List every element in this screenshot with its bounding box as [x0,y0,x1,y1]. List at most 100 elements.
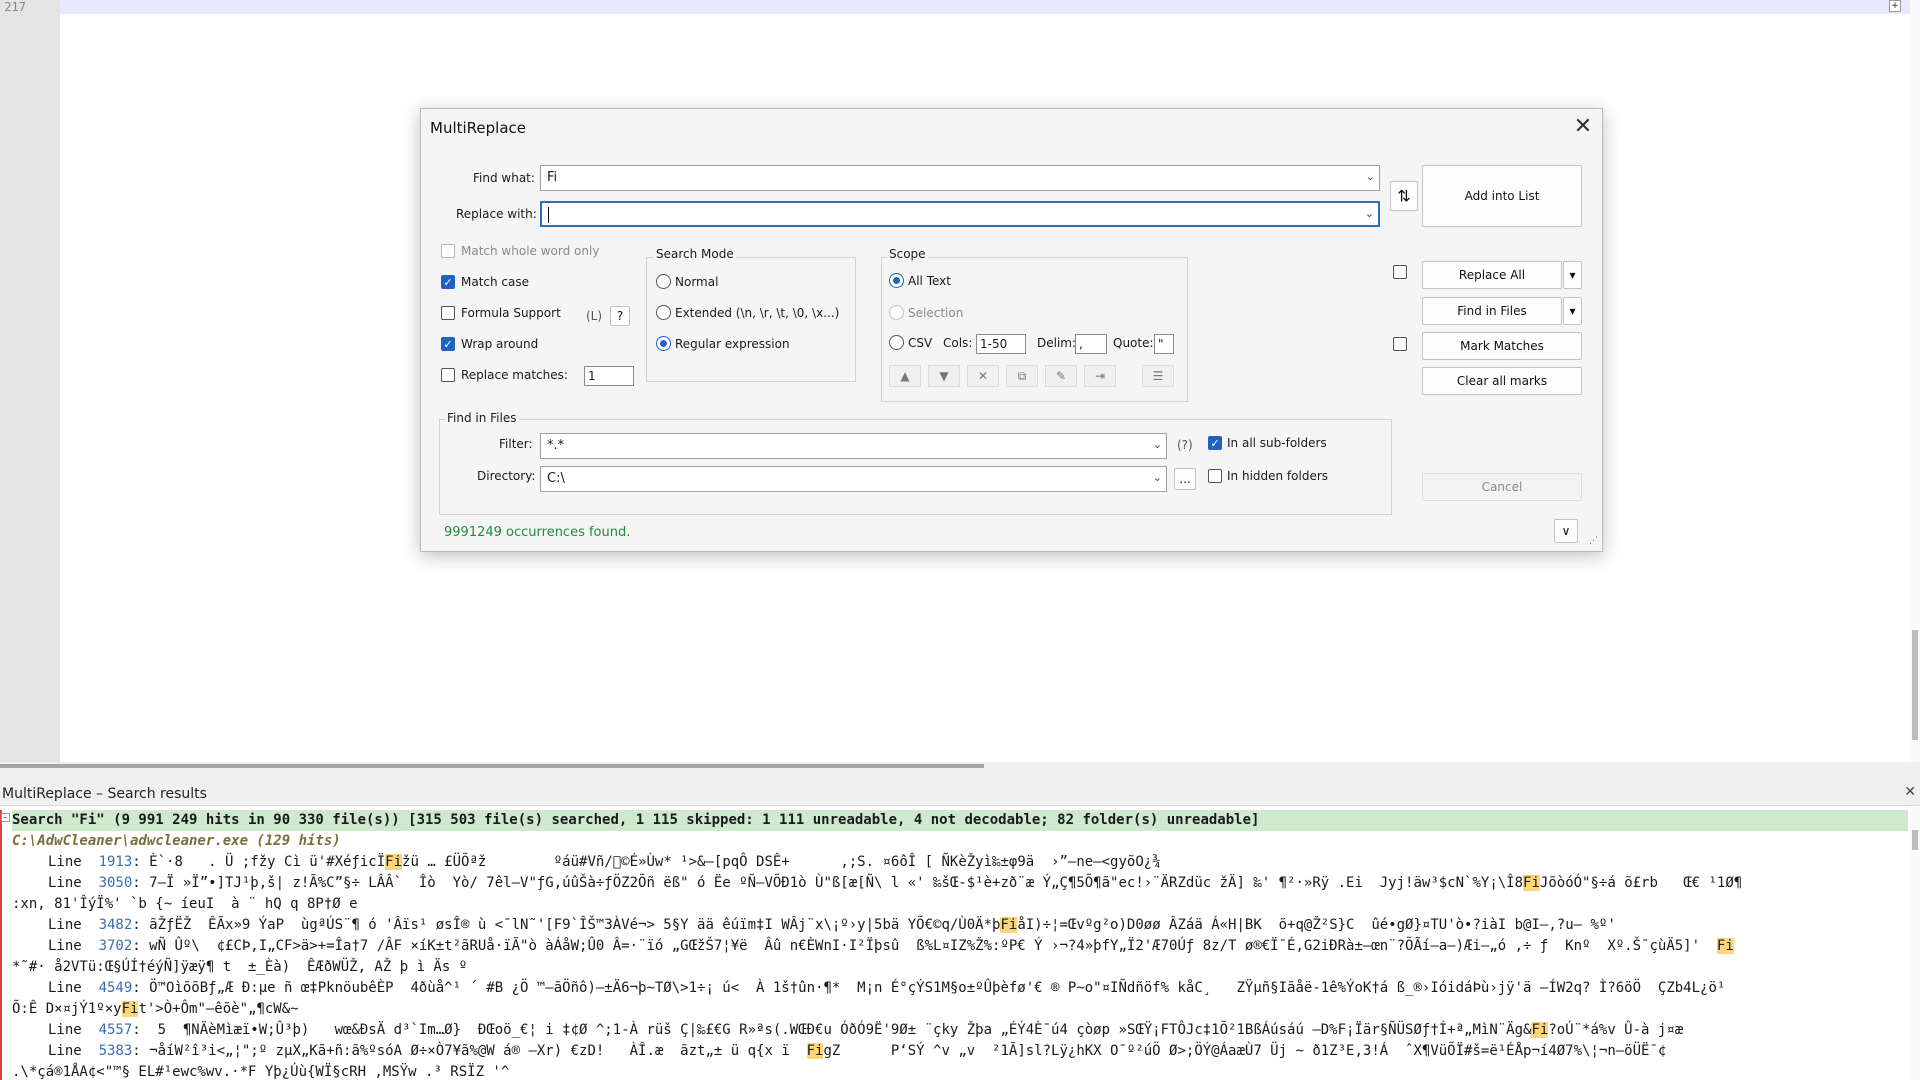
find-input[interactable]: Fi ⌄ [540,165,1380,191]
clear-all-marks-button[interactable]: Clear all marks [1422,367,1582,395]
result-line-number: 1913 [98,854,133,870]
csv-radio[interactable] [889,335,904,350]
result-line[interactable]: Line 3050: 7–Ï »Ï”•]TJ¹þ,š| z!Ã%C”§÷ LÂÂ… [12,873,1908,894]
plus-icon[interactable]: + [1889,0,1901,12]
match-case-checkbox[interactable]: ✓ [441,275,455,289]
close-icon[interactable]: ✕ [1570,114,1596,140]
cols-value: 1-50 [980,337,1008,351]
results-scroll-thumb[interactable] [1912,830,1918,850]
result-line-text: žü … £ÜÕªž ºáü#Vñ/ ©É»Ùw* ¹>&–[pqÔ DSÊ+ … [402,854,1161,870]
result-line[interactable]: Line 3482: ãŽƒËŽ ÊÃx»9 ÝaP ùgªÚS¨¶ ó 'Âï… [12,915,1908,936]
delete-icon[interactable]: ✕ [967,365,999,387]
result-line-text: : 5 ¶NÄèMìæï•W;Û³þ) wœ&ÐsÄ d³`Im…Ø} ÐŒoö… [132,1022,1532,1038]
in-hidden-folders-checkbox[interactable] [1208,469,1222,483]
formula-support-checkbox[interactable] [441,306,455,320]
delim-input[interactable]: , [1075,334,1107,354]
replace-all-button[interactable]: Replace All [1422,261,1562,289]
search-summary[interactable]: Search "Fi" (9 991 249 hits in 90 330 fi… [12,810,1908,831]
result-line-text: åI)÷¦=Œvºg²o)D0øø ÂZáä Á«H|BK õ+q@Ž²S}C … [1017,917,1616,933]
fold-toggle-icon[interactable]: – [1,813,10,822]
extended-radio[interactable] [656,305,671,320]
list-icon[interactable]: ☰ [1142,365,1174,387]
formula-help-button[interactable]: ? [610,306,630,326]
edit-icon[interactable]: ✎ [1045,365,1077,387]
result-line[interactable]: Line 4557: 5 ¶NÄèMìæï•W;Û³þ) wœ&ÐsÄ d³`I… [12,1020,1908,1041]
expand-button[interactable]: ∨ [1554,519,1578,543]
swap-button[interactable]: ⇅ [1390,181,1418,211]
chevron-down-icon: ∨ [1561,524,1571,538]
chevron-down-icon[interactable]: ⌄ [1153,438,1162,451]
result-line[interactable]: *˜#· å2VTü:Œ§ÚÍ†éýÑ]ÿæÿ¶ t ±_Èà) ÊÆðWÜŽ,… [12,957,1908,978]
in-subfolders-checkbox[interactable]: ✓ [1208,436,1222,450]
result-line-text: t'>Ò+Ôm"–êõè"„¶cW&~ [138,1001,299,1017]
tab-icon[interactable]: ⇥ [1084,365,1116,387]
status-message: 9991249 occurrences found. [444,525,631,540]
result-line-number: 3050 [98,875,133,891]
result-line[interactable]: :xn, 81'ÎýÏ%' `b {~ íeuI à ¨ hQ q 8P†Ø e [12,894,1908,915]
resize-grip-icon[interactable]: ⋰ [1589,537,1599,547]
filter-input[interactable]: *.* ⌄ [540,433,1167,459]
normal-radio[interactable] [656,274,671,289]
in-hidden-folders-label: In hidden folders [1227,469,1329,483]
editor-scroll-thumb[interactable] [1912,630,1918,740]
find-value: Fi [547,170,558,185]
result-line-text: : ¬åíW²î³i<„¦";º zµX„Kã+ñ:ã%ºsóA Ø÷×Ò7¥ã… [132,1043,807,1059]
result-line-prefix: Line [48,980,99,996]
result-line-number: 3702 [98,938,133,954]
replace-all-option-checkbox[interactable] [1393,265,1407,279]
result-line[interactable]: Line 3702: wÑ Ûº\ ¢£CÞ,I„CF>ä>+=Îa†7 /ÂF… [12,936,1908,957]
match-highlight: Fi [1000,917,1018,933]
match-highlight: Fi [385,854,403,870]
chevron-down-icon[interactable]: ⌄ [1365,207,1374,220]
move-up-icon[interactable]: ▲ [889,365,921,387]
result-line[interactable]: Line 5383: ¬åíW²î³i<„¦";º zµX„Kã+ñ:ã%ºsó… [12,1041,1908,1062]
quote-input[interactable]: " [1154,334,1174,354]
match-whole-word-checkbox[interactable] [441,244,455,258]
chevron-down-icon[interactable]: ⌄ [1366,170,1375,183]
result-line[interactable]: Line 4549: Ö™OìõõBƒ„Æ Ð:µe ñ œ‡PknöubêÈP… [12,978,1908,999]
result-line-number: 4557 [98,1022,133,1038]
editor-horizontal-scrollbar[interactable] [0,764,984,768]
mark-matches-button[interactable]: Mark Matches [1422,332,1582,360]
all-text-label: All Text [908,274,951,288]
replace-matches-value: 1 [588,369,596,383]
quote-value: " [1158,337,1164,351]
result-line[interactable]: .\*çá®1ÅA¢<"™§ EL#¹ewc%wv.·*F Yþ¿Úù{WÏ§c… [12,1062,1908,1080]
selection-radio[interactable] [889,305,904,320]
help-icon: ? [616,309,624,323]
cancel-button[interactable]: Cancel [1422,473,1582,501]
regex-label: Regular expression [675,337,790,351]
result-line[interactable]: Õ:Ê D×¤jÝ1º×yFit'>Ò+Ôm"–êõè"„¶cW&~ [12,999,1908,1020]
in-subfolders-label: In all sub-folders [1227,436,1327,450]
selection-label: Selection [908,306,964,320]
replace-all-dropdown[interactable]: ▾ [1563,261,1582,289]
dialog-title: MultiReplace [430,119,526,137]
chevron-down-icon[interactable]: ⌄ [1153,471,1162,484]
wrap-around-checkbox[interactable]: ✓ [441,337,455,351]
result-file-path[interactable]: C:\AdwCleaner\adwcleaner.exe (129 hits) [12,831,341,852]
line-number: 217 [4,0,26,14]
replace-matches-checkbox[interactable] [441,368,455,382]
replace-matches-input[interactable]: 1 [584,366,634,386]
copy-icon[interactable]: ⧉ [1006,365,1038,387]
mark-matches-option-checkbox[interactable] [1393,337,1407,351]
replace-input[interactable]: ⌄ [540,201,1380,227]
all-text-radio[interactable] [889,273,904,288]
result-line[interactable]: Line 1913: È`·8 . Ü ;fžy Cì ü'#XéƒicÏFiž… [12,852,1908,873]
regex-radio[interactable] [656,336,671,351]
result-line-prefix: Line [48,875,99,891]
match-highlight: Fi [121,1001,139,1017]
add-into-list-button[interactable]: Add into List [1422,165,1582,227]
move-down-icon[interactable]: ▼ [928,365,960,387]
browse-button[interactable]: ... [1174,468,1196,490]
directory-input[interactable]: C:\ ⌄ [540,466,1167,492]
find-in-files-dropdown[interactable]: ▾ [1563,297,1582,325]
find-in-files-label: Find in Files [1457,304,1527,318]
scope-title: Scope [887,247,928,261]
close-icon[interactable]: ✕ [1904,784,1916,800]
find-in-files-button[interactable]: Find in Files [1422,297,1562,325]
result-line-prefix: Line [48,1022,99,1038]
filter-help-icon[interactable]: (?) [1177,438,1193,452]
result-line-prefix: Line [48,917,99,933]
cols-input[interactable]: 1-50 [976,334,1026,354]
